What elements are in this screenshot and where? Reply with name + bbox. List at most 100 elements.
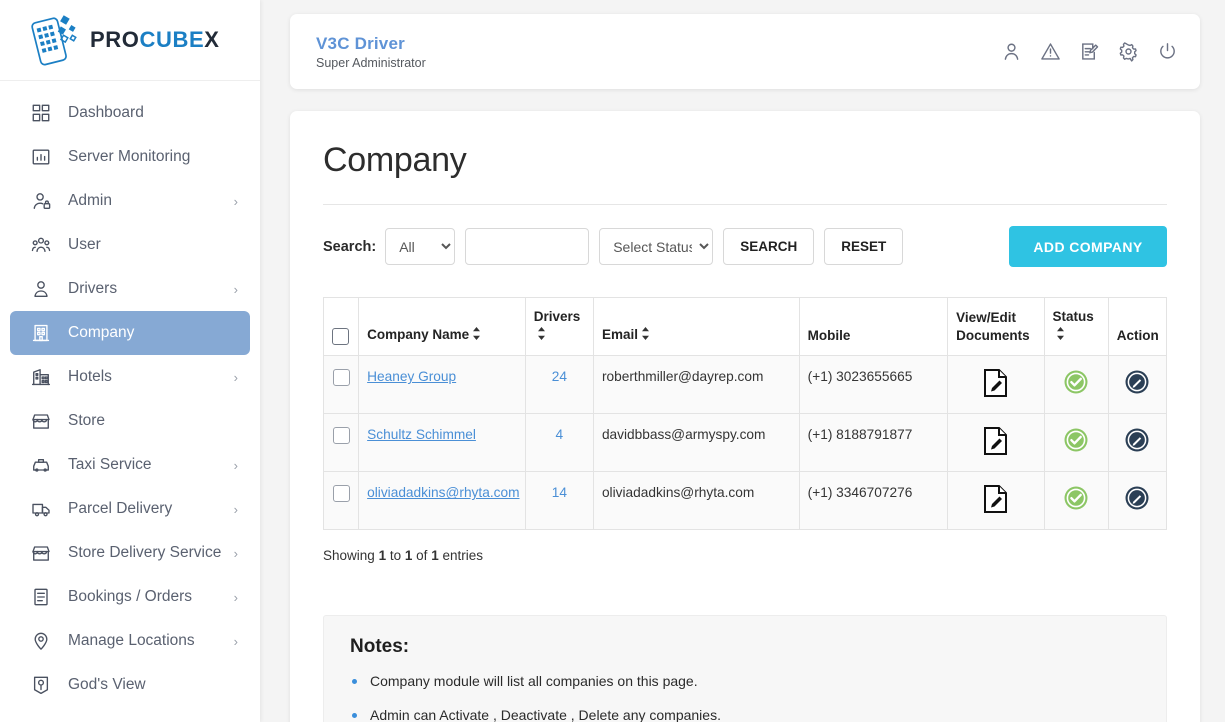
drivers-count-link[interactable]: 14 <box>552 485 567 500</box>
column-label-drivers: Drivers <box>533 309 581 324</box>
drivers-count-link[interactable]: 24 <box>552 369 567 384</box>
logo-text-cube: CUBE <box>139 27 205 52</box>
gear-icon[interactable] <box>1117 41 1139 63</box>
company-name-cell: Schultz Schimmel <box>358 413 526 473</box>
search-button[interactable]: SEARCH <box>723 228 815 265</box>
sidebar-item-bookings-orders[interactable]: Bookings / Orders › <box>10 575 250 619</box>
alert-triangle-icon[interactable] <box>1039 41 1061 63</box>
sidebar-item-label: Taxi Service <box>68 456 152 473</box>
sidebar-item-store-delivery-service[interactable]: Store Delivery Service › <box>10 531 250 575</box>
header-subtitle: Super Administrator <box>316 56 426 71</box>
chevron-right-icon: › <box>233 589 238 605</box>
sidebar-item-manage-locations[interactable]: Manage Locations › <box>10 619 250 663</box>
map-view-icon <box>30 674 52 696</box>
company-name-link[interactable]: Schultz Schimmel <box>367 427 476 442</box>
sidebar-item-parcel-delivery[interactable]: Parcel Delivery › <box>10 487 250 531</box>
hotel-icon <box>30 366 52 388</box>
row-checkbox[interactable] <box>332 369 350 387</box>
header-titles: V3C Driver Super Administrator <box>316 33 1000 70</box>
company-name-link[interactable]: Heaney Group <box>367 369 456 384</box>
sidebar-item-label: Hotels <box>68 368 112 385</box>
row-select-cell <box>322 471 360 531</box>
sort-icon[interactable] <box>472 327 481 345</box>
sidebar-item-label: Store <box>68 412 106 429</box>
notes-panel: Notes: Company module will list all comp… <box>323 615 1167 722</box>
drivers-count-cell: 24 <box>524 355 594 415</box>
sidebar-item-taxi-service[interactable]: Taxi Service › <box>10 443 250 487</box>
note-item: Admin can Activate , Deactivate , Delete… <box>350 706 1140 722</box>
search-scope-select[interactable]: All <box>385 228 456 265</box>
company-name-cell: oliviadadkins@rhyta.com <box>358 471 526 531</box>
power-icon[interactable] <box>1156 41 1178 63</box>
dashboard-icon <box>30 102 52 124</box>
column-label-company-name: Company Name <box>367 327 470 343</box>
chevron-right-icon: › <box>233 281 238 297</box>
row-checkbox[interactable] <box>332 427 350 445</box>
document-edit-icon[interactable] <box>983 485 1009 516</box>
map-pin-icon <box>30 630 52 652</box>
sidebar-item-label: Drivers <box>68 280 118 297</box>
sidebar-item-drivers[interactable]: Drivers › <box>10 267 250 311</box>
sort-icon[interactable] <box>537 327 546 345</box>
truck-icon <box>30 498 52 520</box>
document-edit-icon[interactable] <box>983 427 1009 458</box>
logo-text-bex: X <box>204 27 220 52</box>
sidebar-item-label: Admin <box>68 192 112 209</box>
drivers-count-cell: 4 <box>524 413 594 473</box>
chart-icon <box>30 146 52 168</box>
sidebar-item-label: Dashboard <box>68 104 144 121</box>
sidebar-item-god-s-view[interactable]: God's View <box>10 663 250 707</box>
edit-pencil-icon[interactable] <box>1124 369 1150 398</box>
row-checkbox[interactable] <box>332 485 350 503</box>
sidebar-item-dashboard[interactable]: Dashboard <box>10 91 250 135</box>
edit-pencil-icon[interactable] <box>1124 485 1150 514</box>
status-active-check-icon[interactable] <box>1063 427 1089 456</box>
sidebar-item-user[interactable]: User <box>10 223 250 267</box>
company-table: Company Name Drivers Email Mobile View/E… <box>322 296 1168 531</box>
column-header-company-name[interactable]: Company Name <box>358 296 526 357</box>
documents-cell <box>947 471 1045 531</box>
sidebar-item-company[interactable]: Company <box>10 311 250 355</box>
company-name-link[interactable]: oliviadadkins@rhyta.com <box>367 485 519 500</box>
sidebar-item-label: Manage Locations <box>68 632 195 649</box>
column-header-action: Action <box>1107 296 1168 357</box>
sort-icon[interactable] <box>641 327 650 345</box>
status-active-check-icon[interactable] <box>1063 485 1089 514</box>
edit-document-icon[interactable] <box>1078 41 1100 63</box>
admin-user-icon <box>30 190 52 212</box>
showing-entries: Showing 1 to 1 of 1 entries <box>323 548 1167 563</box>
sidebar-item-server-monitoring[interactable]: Server Monitoring <box>10 135 250 179</box>
sort-icon[interactable] <box>1056 327 1065 345</box>
logo[interactable]: PROCUBEX <box>0 0 260 81</box>
sidebar-item-hotels[interactable]: Hotels › <box>10 355 250 399</box>
column-header-email[interactable]: Email <box>592 296 800 357</box>
status-select[interactable]: Select Status <box>599 228 714 265</box>
document-edit-icon[interactable] <box>983 369 1009 400</box>
drivers-count-link[interactable]: 4 <box>556 427 564 442</box>
status-active-check-icon[interactable] <box>1063 369 1089 398</box>
header-title: V3C Driver <box>316 33 405 53</box>
list-document-icon <box>30 586 52 608</box>
status-cell <box>1043 355 1109 415</box>
column-header-status[interactable]: Status <box>1043 296 1109 357</box>
reset-button[interactable]: RESET <box>824 228 904 265</box>
sidebar-item-store[interactable]: Store <box>10 399 250 443</box>
column-label-documents: View/Edit Documents <box>956 310 1030 344</box>
email-cell: oliviadadkins@rhyta.com <box>592 471 800 531</box>
sidebar-item-admin[interactable]: Admin › <box>10 179 250 223</box>
edit-pencil-icon[interactable] <box>1124 427 1150 456</box>
chevron-right-icon: › <box>233 501 238 517</box>
users-icon <box>30 234 52 256</box>
main-area: V3C Driver Super Administrator Company S… <box>260 0 1225 722</box>
add-company-button[interactable]: ADD COMPANY <box>1009 226 1167 267</box>
status-cell <box>1043 413 1109 473</box>
profile-icon[interactable] <box>1000 41 1022 63</box>
table-row: Heaney Group 24 roberthmiller@dayrep.com (+… <box>322 355 1168 415</box>
documents-cell <box>947 355 1045 415</box>
logo-wordmark: PROCUBEX <box>90 27 220 53</box>
column-header-drivers[interactable]: Drivers <box>524 296 594 357</box>
sidebar-item-label: Company <box>68 324 135 341</box>
select-all-checkbox[interactable] <box>332 328 349 346</box>
search-input[interactable] <box>465 228 590 265</box>
column-label-status: Status <box>1052 309 1094 324</box>
